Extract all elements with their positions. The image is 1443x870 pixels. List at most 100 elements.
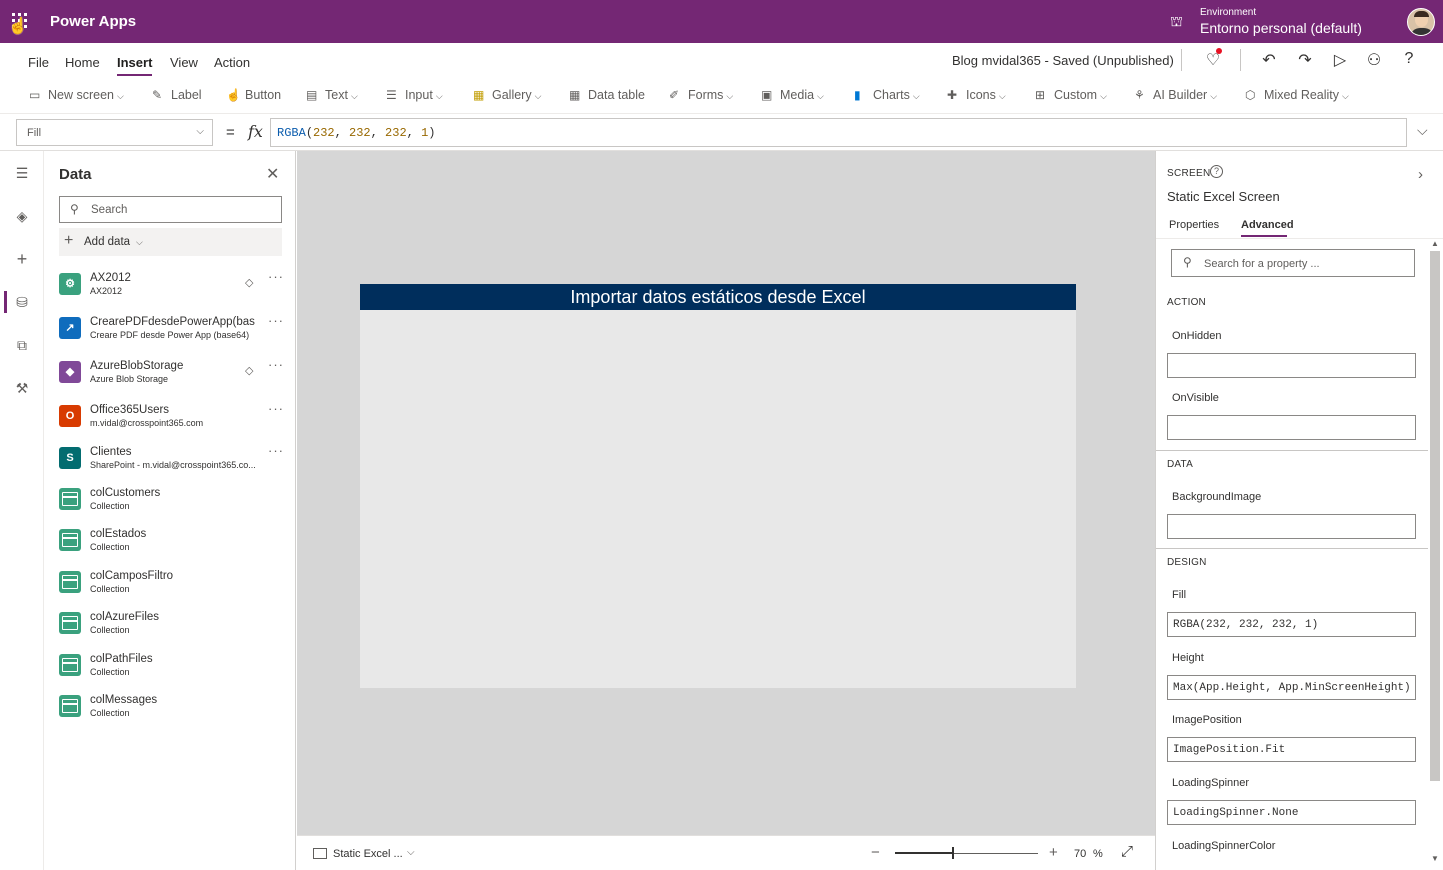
share-user-icon[interactable]: ⚇ (1364, 50, 1384, 70)
menu-insert[interactable]: Insert (117, 55, 152, 70)
scroll-up-icon[interactable]: ▲ (1431, 239, 1439, 248)
data-search-input[interactable]: ⚲ Search (59, 196, 282, 223)
zoom-value[interactable]: 70 (1074, 848, 1086, 860)
data-source-name: colMessages (90, 694, 158, 706)
fx-icon[interactable]: fx (248, 122, 263, 141)
data-source-item[interactable]: colCamposFiltro Collection (59, 567, 289, 603)
height-input[interactable]: Max(App.Height, App.MinScreenHeight) (1167, 675, 1416, 700)
property-dropdown[interactable]: Fill ⌵ (16, 119, 213, 146)
gallery-button[interactable]: ▦ Gallery ⌵ (473, 88, 541, 102)
add-data-button[interactable]: + Add data ⌵ (59, 228, 282, 256)
environment-value[interactable]: Entorno personal (default) (1200, 20, 1362, 36)
tab-advanced[interactable]: Advanced (1241, 219, 1294, 231)
chevron-down-icon: ⌵ (350, 91, 358, 101)
background-image-input[interactable] (1167, 514, 1416, 539)
mixed-reality-button[interactable]: ⬡ Mixed Reality ⌵ (1245, 88, 1349, 102)
text-icon: ▤ (306, 88, 318, 102)
media-label: Media (780, 88, 815, 102)
text-button[interactable]: ▤ Text ⌵ (306, 88, 358, 102)
zoom-unit: % (1093, 848, 1103, 860)
tree-view-icon[interactable]: ◈ (12, 208, 32, 225)
expand-formula-icon[interactable]: ⌵ (1417, 122, 1428, 139)
media-button[interactable]: ▣ Media ⌵ (761, 88, 824, 102)
menu-action[interactable]: Action (214, 55, 250, 70)
loading-spinner-input[interactable]: LoadingSpinner.None (1167, 800, 1416, 825)
data-source-subtitle: m.vidal@crosspoint365.com (90, 418, 204, 428)
formula-arg: 232 (349, 126, 371, 140)
new-screen-button[interactable]: ▭ New screen ⌵ (29, 88, 124, 102)
charts-button[interactable]: ▮ Charts ⌵ (854, 88, 920, 102)
help-icon[interactable]: ? (1399, 50, 1419, 68)
data-cylinder-icon[interactable]: ⛁ (12, 294, 32, 311)
property-value: Fill (27, 127, 42, 139)
scrollbar[interactable] (1430, 251, 1440, 781)
chevron-down-icon: ⌵ (1100, 91, 1107, 101)
canvas-area[interactable]: Importar datos estáticos desde Excel (297, 151, 1155, 835)
on-visible-input[interactable] (1167, 415, 1416, 440)
play-icon[interactable]: ▷ (1330, 50, 1350, 70)
scroll-down-icon[interactable]: ▼ (1431, 854, 1439, 863)
zoom-slider[interactable] (895, 847, 1038, 859)
more-options-icon[interactable]: ··· (268, 269, 284, 284)
on-hidden-input[interactable] (1167, 353, 1416, 378)
fit-to-window-icon[interactable]: ⤢ (1121, 843, 1133, 860)
property-search-input[interactable]: ⚲ Search for a property ... (1171, 249, 1415, 277)
formula-function: RGBA (277, 126, 306, 140)
data-source-name: colCamposFiltro (90, 570, 174, 582)
data-table-button[interactable]: ▦ Data table (569, 88, 645, 102)
menu-file[interactable]: File (28, 55, 49, 70)
zoom-out-icon[interactable]: − (871, 844, 880, 861)
button-button[interactable]: ☝ Button (226, 88, 281, 102)
data-source-item[interactable]: colMessages Collection (59, 691, 289, 727)
insert-plus-icon[interactable]: + (12, 249, 32, 270)
zoom-slider-thumb[interactable] (952, 847, 954, 859)
data-source-item[interactable]: colPathFiles Collection (59, 650, 289, 686)
screen-header-label[interactable]: Importar datos estáticos desde Excel (360, 284, 1076, 310)
hamburger-menu-icon[interactable]: ☰ (12, 165, 32, 182)
tab-properties[interactable]: Properties (1169, 219, 1219, 231)
avatar[interactable] (1407, 8, 1435, 36)
formula-input[interactable]: RGBA(232, 232, 232, 1) (270, 118, 1407, 147)
text-label: Text (325, 88, 348, 102)
environment-icon[interactable]: ⛫ (1170, 13, 1183, 32)
active-tab-indicator (1241, 235, 1287, 237)
menu-home[interactable]: Home (65, 55, 100, 70)
help-icon[interactable]: ? (1210, 165, 1223, 178)
custom-button[interactable]: ⊞ Custom ⌵ (1035, 88, 1107, 102)
data-source-item[interactable]: ⚙ AX2012 AX2012 ◇ ··· (59, 269, 289, 305)
equals-sign: = (226, 124, 235, 141)
screen-selector[interactable]: Static Excel ... (333, 848, 403, 860)
chevron-right-icon[interactable]: › (1418, 166, 1423, 183)
close-icon[interactable]: ✕ (266, 164, 279, 184)
fill-input[interactable]: RGBA(232, 232, 232, 1) (1167, 612, 1416, 637)
more-options-icon[interactable]: ··· (268, 443, 284, 458)
data-source-item[interactable]: ↗ CrearePDFdesdePowerApp(base... Creare PD… (59, 313, 289, 349)
app-screen[interactable]: Importar datos estáticos desde Excel (360, 284, 1076, 688)
data-source-subtitle: Collection (90, 708, 130, 718)
icons-button[interactable]: ✚ Icons ⌵ (947, 88, 1006, 102)
data-source-item[interactable]: colAzureFiles Collection (59, 608, 289, 644)
data-source-item[interactable]: O Office365Users m.vidal@crosspoint365.com… (59, 401, 289, 437)
image-position-input[interactable]: ImagePosition.Fit (1167, 737, 1416, 762)
chevron-down-icon: ⌵ (534, 91, 542, 101)
more-options-icon[interactable]: ··· (268, 313, 284, 328)
undo-icon[interactable]: ↶ (1259, 50, 1279, 70)
forms-button[interactable]: ✐ Forms ⌵ (669, 88, 733, 102)
zoom-in-icon[interactable]: + (1049, 844, 1058, 861)
input-button[interactable]: ☰ Input ⌵ (386, 88, 443, 102)
menu-view[interactable]: View (170, 55, 198, 70)
advanced-tools-icon[interactable]: ⚒ (12, 380, 32, 397)
chevron-down-icon[interactable]: ⌵ (407, 847, 415, 858)
data-source-item[interactable]: colEstados Collection (59, 525, 289, 561)
data-source-item[interactable]: colCustomers Collection (59, 484, 289, 520)
redo-icon[interactable]: ↷ (1295, 50, 1315, 70)
ai-builder-button[interactable]: ⚘ AI Builder ⌵ (1134, 88, 1217, 102)
data-source-item[interactable]: S Clientes SharePoint - m.vidal@crosspoint… (59, 443, 289, 479)
data-source-subtitle: Collection (90, 542, 130, 552)
on-hidden-label: OnHidden (1172, 330, 1222, 342)
more-options-icon[interactable]: ··· (268, 357, 284, 372)
data-source-item[interactable]: ◆ AzureBlobStorage Azure Blob Storage ◇ ··· (59, 357, 289, 393)
label-button[interactable]: ✎ Label (152, 88, 202, 102)
media-icon[interactable]: ⧉ (12, 337, 32, 354)
more-options-icon[interactable]: ··· (268, 401, 284, 416)
